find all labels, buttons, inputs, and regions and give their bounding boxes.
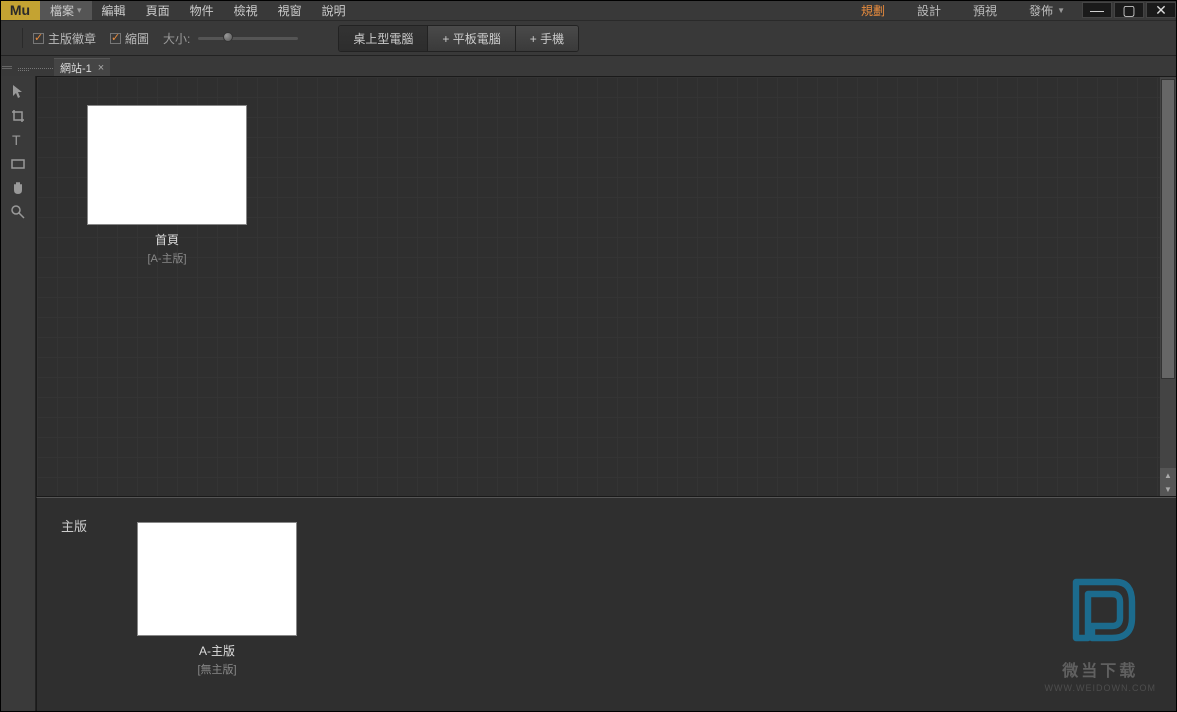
mode-preview[interactable]: 預視 [957, 0, 1013, 20]
masters-canvas[interactable]: 主版 A-主版 [無主版] 微当下载 WWW.WEIDOWN.COM [36, 497, 1177, 712]
menu-window[interactable]: 視窗 [268, 0, 312, 20]
watermark-text: 微当下载 [1045, 657, 1156, 681]
page-home[interactable]: 首頁 [A-主版] [87, 105, 247, 266]
menu-view[interactable]: 檢視 [224, 0, 268, 20]
tab-close-icon[interactable]: × [98, 62, 104, 74]
watermark-url: WWW.WEIDOWN.COM [1045, 683, 1156, 693]
selection-tool[interactable] [4, 80, 32, 104]
device-segmented: 桌上型電腦 + 平板電腦 + 手機 [338, 25, 579, 52]
device-tablet[interactable]: + 平板電腦 [428, 26, 515, 51]
mode-design[interactable]: 設計 [901, 0, 957, 20]
tools-panel: T [0, 76, 36, 712]
scrollbar-thumb[interactable] [1161, 79, 1175, 379]
mode-nav: 規劃 設計 預視 發佈 ▼ [845, 0, 1081, 20]
master-title: A-主版 [137, 642, 297, 659]
dropdown-icon: ▾ [77, 5, 82, 16]
app-logo: Mu [0, 0, 40, 20]
checkbox-master-badge[interactable]: 主版徽章 [33, 30, 96, 47]
page-title: 首頁 [87, 231, 247, 248]
page-thumbnail[interactable] [87, 105, 247, 225]
tab-strip: 網站-1 × [0, 56, 1177, 76]
scroll-up-icon[interactable]: ▲ [1160, 468, 1176, 482]
slider-thumb[interactable] [223, 32, 233, 42]
menu-edit[interactable]: 編輯 [92, 0, 136, 20]
rectangle-tool[interactable] [4, 152, 32, 176]
device-phone[interactable]: + 手機 [516, 26, 578, 51]
tab-label: 網站-1 [60, 60, 92, 76]
separator [22, 28, 23, 48]
size-slider[interactable] [198, 37, 298, 40]
window-controls: — ▢ ✕ [1081, 0, 1177, 20]
menu-help[interactable]: 說明 [312, 0, 356, 20]
mode-plan[interactable]: 規劃 [845, 0, 901, 20]
minimize-button[interactable]: — [1082, 2, 1112, 18]
maximize-button[interactable]: ▢ [1114, 2, 1144, 18]
menu-page[interactable]: 頁面 [136, 0, 180, 20]
mode-publish-label: 發佈 [1029, 2, 1053, 19]
watermark: 微当下载 WWW.WEIDOWN.COM [1045, 570, 1156, 693]
device-desktop[interactable]: 桌上型電腦 [339, 26, 428, 51]
masters-section-label: 主版 [61, 516, 87, 535]
panel-grip-icon[interactable] [2, 58, 12, 76]
checkbox-label: 縮圖 [125, 30, 149, 47]
checkbox-label: 主版徽章 [48, 30, 96, 47]
mode-publish[interactable]: 發佈 ▼ [1013, 0, 1081, 20]
options-bar: 主版徽章 縮圖 大小: 桌上型電腦 + 平板電腦 + 手機 [0, 20, 1177, 56]
master-parent-ref: [無主版] [137, 661, 297, 677]
close-button[interactable]: ✕ [1146, 2, 1176, 18]
main-menu: 檔案▾ 編輯 頁面 物件 檢視 視窗 說明 [40, 0, 845, 20]
watermark-logo-icon [1060, 570, 1140, 650]
menu-file[interactable]: 檔案▾ [40, 0, 92, 20]
checkmark-icon [33, 33, 44, 44]
scroll-down-icon[interactable]: ▼ [1160, 482, 1176, 496]
slider-track [198, 37, 298, 40]
master-a[interactable]: A-主版 [無主版] [137, 522, 297, 677]
menu-object[interactable]: 物件 [180, 0, 224, 20]
zoom-tool[interactable] [4, 200, 32, 224]
svg-text:T: T [12, 132, 21, 148]
menu-file-label: 檔案 [50, 2, 74, 19]
checkbox-thumbnail[interactable]: 縮圖 [110, 30, 149, 47]
text-tool[interactable]: T [4, 128, 32, 152]
master-thumbnail[interactable] [137, 522, 297, 636]
dropdown-icon: ▼ [1057, 6, 1065, 15]
checkmark-icon [110, 33, 121, 44]
size-label: 大小: [163, 30, 190, 47]
vertical-scrollbar[interactable]: ▲ ▼ [1160, 77, 1176, 496]
panel-dots-icon [18, 62, 54, 76]
hand-tool[interactable] [4, 176, 32, 200]
page-master-ref: [A-主版] [87, 250, 247, 266]
document-tab[interactable]: 網站-1 × [54, 58, 110, 76]
sitemap-canvas[interactable]: 首頁 [A-主版] ▲ ▼ [36, 76, 1177, 497]
crop-tool[interactable] [4, 104, 32, 128]
